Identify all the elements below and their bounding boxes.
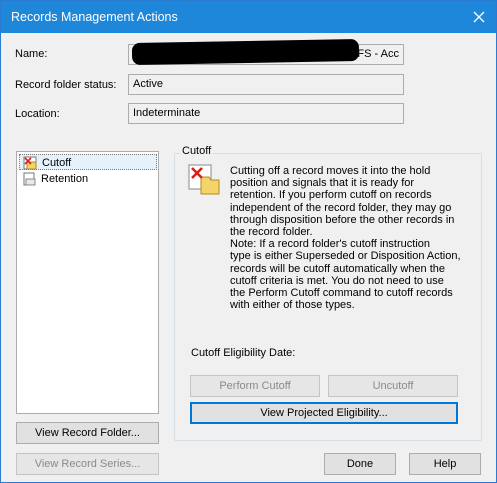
done-button[interactable]: Done	[324, 453, 396, 475]
redaction-mark	[131, 39, 360, 65]
status-field: Active	[128, 74, 404, 95]
location-field: Indeterminate	[128, 103, 404, 124]
list-item-label: Cutoff	[42, 157, 72, 169]
retention-icon	[23, 172, 36, 186]
cutoff-icon	[23, 156, 37, 170]
list-item-retention[interactable]: Retention	[19, 171, 157, 187]
dialog-window: Records Management Actions Name: DFS - A…	[0, 0, 497, 483]
list-item-label: Retention	[41, 173, 89, 185]
actions-list[interactable]: Cutoff Retention	[16, 151, 159, 414]
view-record-series-button[interactable]: View Record Series...	[16, 453, 159, 475]
view-record-folder-button[interactable]: View Record Folder...	[16, 422, 159, 444]
view-projected-eligibility-button[interactable]: View Projected Eligibility...	[190, 402, 458, 424]
list-item-cutoff[interactable]: Cutoff	[19, 154, 157, 170]
cutoff-description: Cutting off a record moves it into the h…	[230, 165, 461, 312]
title-bar[interactable]: Records Management Actions	[1, 1, 496, 33]
close-button[interactable]	[462, 1, 496, 33]
status-label: Record folder status:	[15, 79, 117, 91]
name-label: Name:	[15, 48, 48, 60]
perform-cutoff-button[interactable]: Perform Cutoff	[190, 375, 320, 397]
cutoff-eligibility-label: Cutoff Eligibility Date:	[191, 347, 296, 359]
location-label: Location:	[15, 108, 60, 120]
window-title: Records Management Actions	[11, 10, 178, 24]
cutoff-folder-icon	[188, 164, 220, 195]
help-button[interactable]: Help	[409, 453, 481, 475]
uncutoff-button[interactable]: Uncutoff	[328, 375, 458, 397]
cutoff-group-label: Cutoff	[180, 145, 214, 157]
close-icon	[473, 11, 485, 23]
